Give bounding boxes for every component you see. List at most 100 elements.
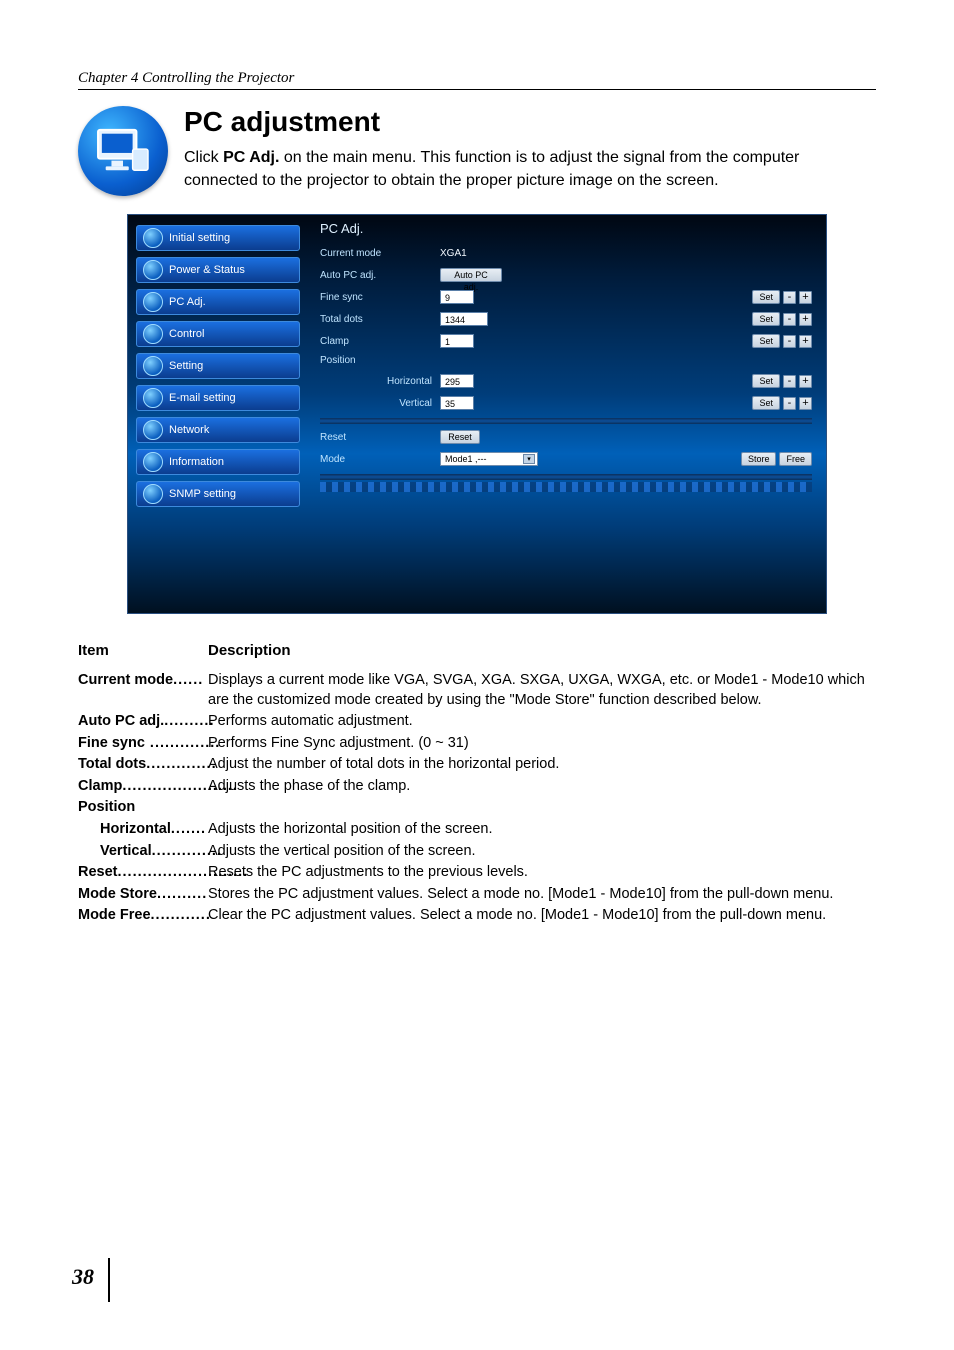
sidebar-item-label: E-mail setting xyxy=(169,392,236,404)
desc-header: Item Description xyxy=(78,642,876,659)
sidebar-item-initial-setting[interactable]: Initial setting xyxy=(136,225,300,251)
plus-button[interactable]: + xyxy=(799,313,812,326)
store-button[interactable]: Store xyxy=(741,452,777,466)
desc-key: Horizontal xyxy=(100,821,171,837)
desc-row-clamp: Clamp....................... Adjusts the… xyxy=(78,777,876,797)
network-icon xyxy=(143,420,163,440)
reset-label: Reset xyxy=(320,432,440,443)
sidebar-item-label: Setting xyxy=(169,360,203,372)
info-icon xyxy=(143,452,163,472)
sidebar-item-snmp-setting[interactable]: SNMP setting xyxy=(136,481,300,507)
row-fine-sync: Fine sync 9 Set - + xyxy=(320,286,812,308)
sidebar-item-pc-adj[interactable]: PC Adj. xyxy=(136,289,300,315)
desc-key: Mode Free xyxy=(78,907,151,923)
sidebar-item-power-status[interactable]: Power & Status xyxy=(136,257,300,283)
mode-select[interactable]: Mode1 ,--- ▾ xyxy=(440,452,538,466)
reset-button[interactable]: Reset xyxy=(440,430,480,444)
plus-button[interactable]: + xyxy=(799,335,812,348)
sidebar-item-label: Control xyxy=(169,328,204,340)
desc-row-fine-sync: Fine sync .............. Performs Fine S… xyxy=(78,734,876,754)
desc-val: Adjusts the horizontal position of the s… xyxy=(208,820,876,840)
gear-icon xyxy=(143,356,163,376)
mode-select-value: Mode1 ,--- xyxy=(445,454,487,464)
plus-button[interactable]: + xyxy=(799,397,812,410)
desc-row-auto-pc: Auto PC adj........... Performs automati… xyxy=(78,712,876,732)
auto-pc-button[interactable]: Auto PC adj. xyxy=(440,268,502,282)
intro-text: Click PC Adj. on the main menu. This fun… xyxy=(184,146,876,192)
set-button[interactable]: Set xyxy=(752,334,780,348)
monitor-icon xyxy=(78,106,168,196)
intro-pre: Click xyxy=(184,149,223,166)
chevron-down-icon: ▾ xyxy=(523,454,535,464)
page-bar xyxy=(108,1258,110,1302)
total-dots-input[interactable]: 1344 xyxy=(440,312,488,326)
sidebar-item-label: PC Adj. xyxy=(169,296,206,308)
power-icon xyxy=(143,260,163,280)
mail-icon xyxy=(143,388,163,408)
desc-row-total-dots: Total dots.............. Adjust the numb… xyxy=(78,755,876,775)
clamp-input[interactable]: 1 xyxy=(440,334,474,348)
minus-button[interactable]: - xyxy=(783,313,796,326)
horizontal-label: Horizontal xyxy=(320,376,440,387)
current-mode-label: Current mode xyxy=(320,248,440,259)
desc-val: Displays a current mode like VGA, SVGA, … xyxy=(208,671,876,710)
plus-button[interactable]: + xyxy=(799,291,812,304)
set-button[interactable]: Set xyxy=(752,312,780,326)
desc-key: Fine sync xyxy=(78,735,145,751)
desc-val: Adjusts the phase of the clamp. xyxy=(208,777,876,797)
set-button[interactable]: Set xyxy=(752,396,780,410)
row-auto-pc: Auto PC adj. Auto PC adj. xyxy=(320,264,812,286)
desc-key: Auto PC adj. xyxy=(78,713,164,729)
desc-header-desc: Description xyxy=(208,642,291,659)
desc-row-current-mode: Current mode...... Displays a current mo… xyxy=(78,671,876,710)
desc-val: Adjusts the vertical position of the scr… xyxy=(208,842,876,862)
desc-key: Position xyxy=(78,798,208,818)
mode-label: Mode xyxy=(320,454,440,465)
set-button[interactable]: Set xyxy=(752,374,780,388)
divider xyxy=(320,474,812,480)
desc-val: Performs automatic adjustment. xyxy=(208,712,876,732)
row-mode: Mode Mode1 ,--- ▾ Store Free xyxy=(320,448,812,470)
sidebar-item-email-setting[interactable]: E-mail setting xyxy=(136,385,300,411)
plus-button[interactable]: + xyxy=(799,375,812,388)
desc-key: Clamp xyxy=(78,778,122,794)
desc-val: Stores the PC adjustment values. Select … xyxy=(208,885,876,905)
desc-key: Vertical xyxy=(100,843,152,859)
minus-button[interactable]: - xyxy=(783,397,796,410)
desc-val: Adjust the number of total dots in the h… xyxy=(208,755,876,775)
snmp-icon xyxy=(143,484,163,504)
minus-button[interactable]: - xyxy=(783,291,796,304)
desc-val: Clear the PC adjustment values. Select a… xyxy=(208,906,876,926)
desc-key: Mode Store xyxy=(78,886,157,902)
sidebar-item-control[interactable]: Control xyxy=(136,321,300,347)
desc-key: Reset xyxy=(78,864,118,880)
ui-screenshot: Initial setting Power & Status PC Adj. C… xyxy=(127,214,827,614)
sidebar-item-label: Information xyxy=(169,456,224,468)
free-button[interactable]: Free xyxy=(779,452,812,466)
sidebar-item-information[interactable]: Information xyxy=(136,449,300,475)
sidebar-item-label: Power & Status xyxy=(169,264,245,276)
row-current-mode: Current mode XGA1 xyxy=(320,242,812,264)
minus-button[interactable]: - xyxy=(783,335,796,348)
sidebar-item-label: SNMP setting xyxy=(169,488,236,500)
page-number: 38 xyxy=(72,1264,94,1290)
divider xyxy=(320,418,812,424)
row-reset: Reset Reset xyxy=(320,426,812,448)
auto-pc-label: Auto PC adj. xyxy=(320,270,440,281)
fine-sync-input[interactable]: 9 xyxy=(440,290,474,304)
row-vertical: Vertical 35 Set - + xyxy=(320,392,812,414)
vertical-input[interactable]: 35 xyxy=(440,396,474,410)
vertical-label: Vertical xyxy=(320,398,440,409)
clamp-label: Clamp xyxy=(320,336,440,347)
set-button[interactable]: Set xyxy=(752,290,780,304)
sidebar-item-setting[interactable]: Setting xyxy=(136,353,300,379)
sidebar-item-network[interactable]: Network xyxy=(136,417,300,443)
desc-row-reset: Reset.......................... Resets t… xyxy=(78,863,876,883)
minus-button[interactable]: - xyxy=(783,375,796,388)
page-title: PC adjustment xyxy=(184,106,876,138)
control-icon xyxy=(143,324,163,344)
horizontal-input[interactable]: 295 xyxy=(440,374,474,388)
row-horizontal: Horizontal 295 Set - + xyxy=(320,370,812,392)
chapter-header: Chapter 4 Controlling the Projector xyxy=(78,70,876,90)
title-row: PC adjustment Click PC Adj. on the main … xyxy=(78,106,876,196)
